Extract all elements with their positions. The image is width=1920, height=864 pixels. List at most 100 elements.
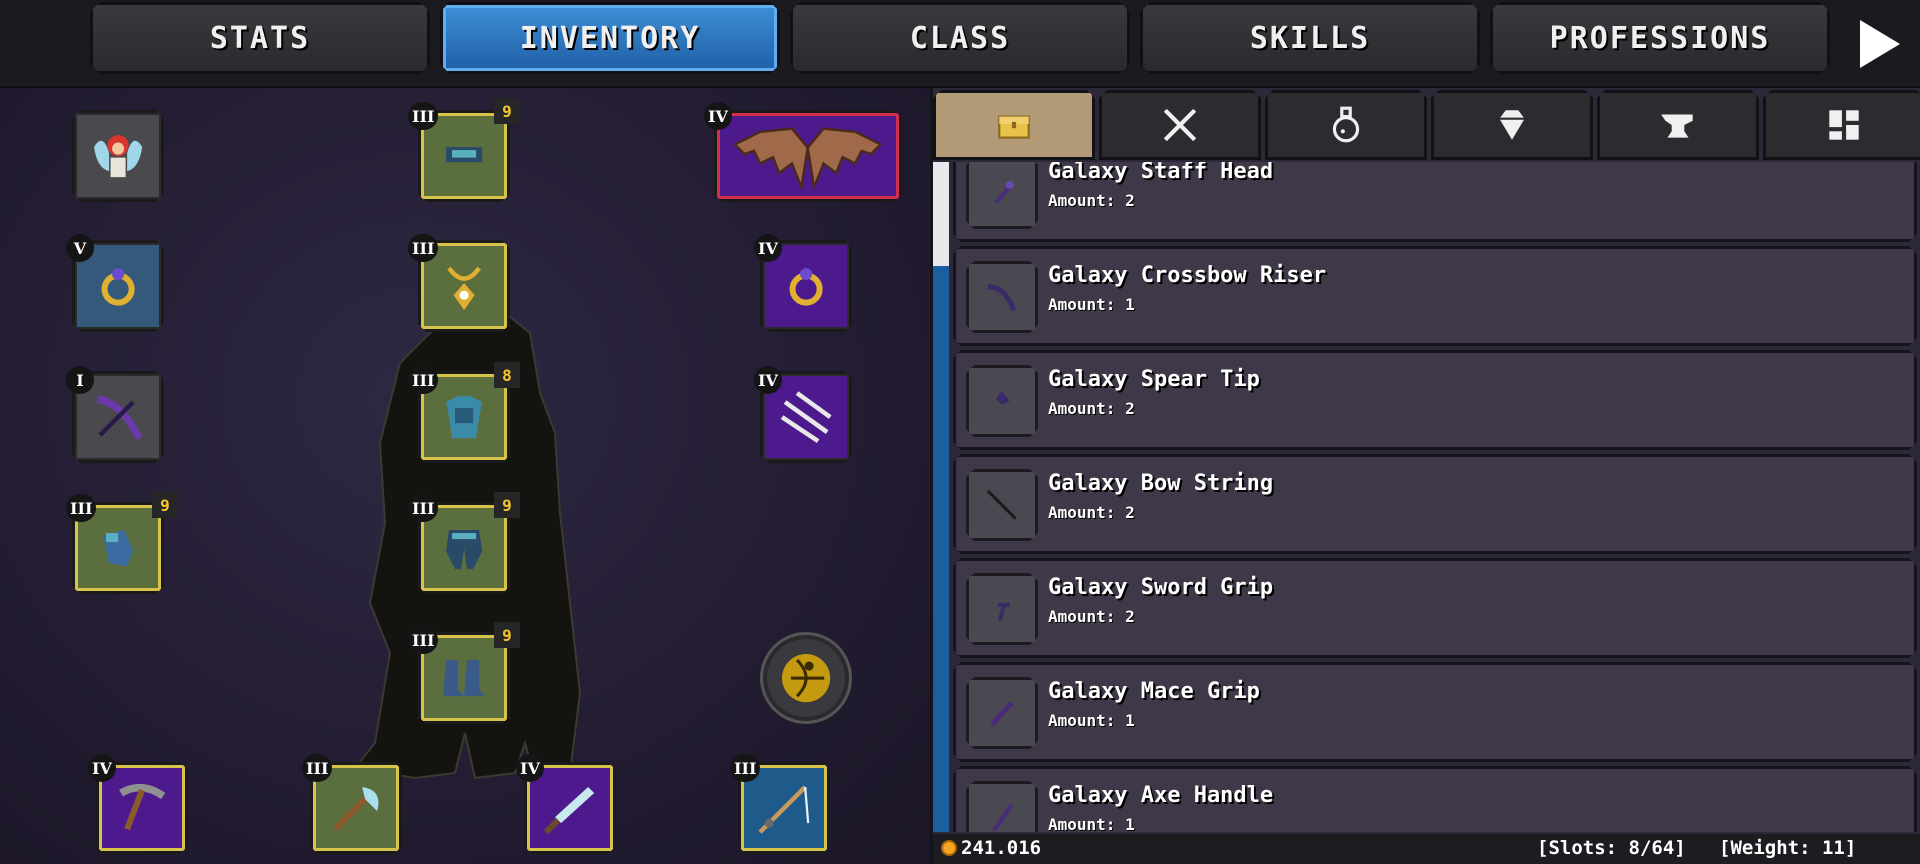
tab-professions[interactable]: PROFESSIONS: [1490, 2, 1830, 74]
bow-string-icon: [982, 485, 1022, 525]
axe-handle-icon: [982, 797, 1022, 832]
upgrade-count: 9: [494, 98, 520, 124]
pickaxe-icon: [112, 778, 172, 838]
wings-slot[interactable]: [714, 110, 902, 202]
item-icon-frame: [966, 261, 1038, 333]
item-name: Galaxy Axe Handle: [1048, 783, 1274, 808]
upgrade-count: 9: [494, 622, 520, 648]
tier-badge: I: [66, 366, 94, 394]
ring-icon: [776, 256, 836, 316]
list-item[interactable]: Galaxy Bow String Amount: 2: [953, 454, 1917, 554]
item-amount: Amount: 2: [1048, 399, 1135, 418]
item-name: Galaxy Spear Tip: [1048, 367, 1260, 392]
category-tab-gems[interactable]: [1431, 90, 1593, 160]
list-item[interactable]: Galaxy Mace Grip Amount: 1: [953, 662, 1917, 762]
inventory-status-bar: 241.016 [Slots: 8/64] [Weight: 11]: [933, 834, 1920, 864]
companion-slot[interactable]: [72, 110, 164, 202]
next-tab-arrow-icon[interactable]: [1858, 18, 1902, 70]
upgrade-count: 8: [494, 362, 520, 388]
knife-icon: [540, 778, 600, 838]
item-icon-frame: [966, 781, 1038, 832]
gold-coin-icon: [941, 840, 957, 856]
tier-badge: III: [66, 494, 97, 522]
item-amount: Amount: 2: [1048, 503, 1135, 522]
item-list: Galaxy Staff Head Amount: 2 Galaxy Cross…: [953, 162, 1919, 832]
list-item[interactable]: Galaxy Staff Head Amount: 2: [953, 162, 1917, 242]
item-icon-frame: [966, 162, 1038, 229]
item-name: Galaxy Staff Head: [1048, 162, 1274, 184]
grid-icon: [1823, 104, 1865, 146]
category-tabs: [933, 90, 1920, 160]
item-name: Galaxy Mace Grip: [1048, 679, 1260, 704]
anvil-icon: [1657, 104, 1699, 146]
list-item[interactable]: Galaxy Spear Tip Amount: 2: [953, 350, 1917, 450]
item-icon-frame: [966, 573, 1038, 645]
bat-wings-icon: [724, 116, 891, 195]
tab-stats[interactable]: STATS: [90, 2, 430, 74]
item-list-scrollbar[interactable]: [933, 162, 949, 832]
top-tab-bar: STATS INVENTORY CLASS SKILLS PROFESSIONS: [0, 0, 1920, 88]
class-emblem[interactable]: [760, 632, 852, 724]
upgrade-count: 9: [494, 492, 520, 518]
helmet-icon: [434, 126, 494, 186]
tier-badge: III: [408, 494, 439, 522]
chestplate-icon: [434, 387, 494, 447]
tier-badge: III: [730, 754, 761, 782]
arrows-icon: [776, 387, 836, 447]
crossed-swords-icon: [1159, 104, 1201, 146]
list-item[interactable]: Galaxy Crossbow Riser Amount: 1: [953, 246, 1917, 346]
gloves-icon: [88, 518, 148, 578]
scrollbar-thumb[interactable]: [933, 162, 949, 266]
inventory-panel: Galaxy Staff Head Amount: 2 Galaxy Cross…: [930, 88, 1920, 864]
leggings-icon: [434, 518, 494, 578]
staff-head-icon: [982, 173, 1022, 213]
chest-icon: [993, 104, 1035, 146]
tier-badge: III: [408, 102, 439, 130]
archer-class-icon: [781, 653, 831, 703]
list-item[interactable]: Galaxy Axe Handle Amount: 1: [953, 766, 1917, 832]
category-tab-weapons[interactable]: [1099, 90, 1261, 160]
tier-badge: III: [408, 234, 439, 262]
tier-badge: III: [408, 366, 439, 394]
tier-badge: IV: [754, 366, 782, 394]
amulet-icon: [434, 256, 494, 316]
sword-grip-icon: [982, 589, 1022, 629]
spear-tip-icon: [982, 381, 1022, 421]
category-tab-all[interactable]: [1763, 90, 1920, 160]
tab-inventory[interactable]: INVENTORY: [440, 2, 780, 74]
slots-count: [Slots: 8/64]: [1537, 837, 1686, 859]
tab-class[interactable]: CLASS: [790, 2, 1130, 74]
angel-companion-icon: [88, 126, 148, 186]
item-amount: Amount: 2: [1048, 191, 1135, 210]
weight-value: [Weight: 11]: [1719, 837, 1857, 859]
item-amount: Amount: 1: [1048, 711, 1135, 730]
potion-icon: [1325, 104, 1367, 146]
tier-badge: IV: [704, 102, 732, 130]
equipment-panel: III 9 IV V III IV I III 8 IV III 9 III 9…: [0, 88, 930, 864]
item-icon-frame: [966, 677, 1038, 749]
item-icon-frame: [966, 365, 1038, 437]
item-name: Galaxy Crossbow Riser: [1048, 263, 1327, 288]
item-amount: Amount: 2: [1048, 607, 1135, 626]
boots-icon: [434, 648, 494, 708]
fishing-rod-icon: [754, 778, 814, 838]
tier-badge: IV: [754, 234, 782, 262]
category-tab-materials[interactable]: [933, 90, 1095, 160]
ring-icon: [88, 256, 148, 316]
item-name: Galaxy Bow String: [1048, 471, 1274, 496]
mace-grip-icon: [982, 693, 1022, 733]
axe-icon: [326, 778, 386, 838]
item-name: Galaxy Sword Grip: [1048, 575, 1274, 600]
crossbow-icon: [88, 387, 148, 447]
tier-badge: III: [302, 754, 333, 782]
item-amount: Amount: 1: [1048, 815, 1135, 832]
category-tab-potions[interactable]: [1265, 90, 1427, 160]
list-item[interactable]: Galaxy Sword Grip Amount: 2: [953, 558, 1917, 658]
gem-icon: [1491, 104, 1533, 146]
tier-badge: III: [408, 626, 439, 654]
tab-skills[interactable]: SKILLS: [1140, 2, 1480, 74]
item-amount: Amount: 1: [1048, 295, 1135, 314]
category-tab-crafting[interactable]: [1597, 90, 1759, 160]
tier-badge: V: [66, 234, 94, 262]
upgrade-count: 9: [152, 492, 178, 518]
